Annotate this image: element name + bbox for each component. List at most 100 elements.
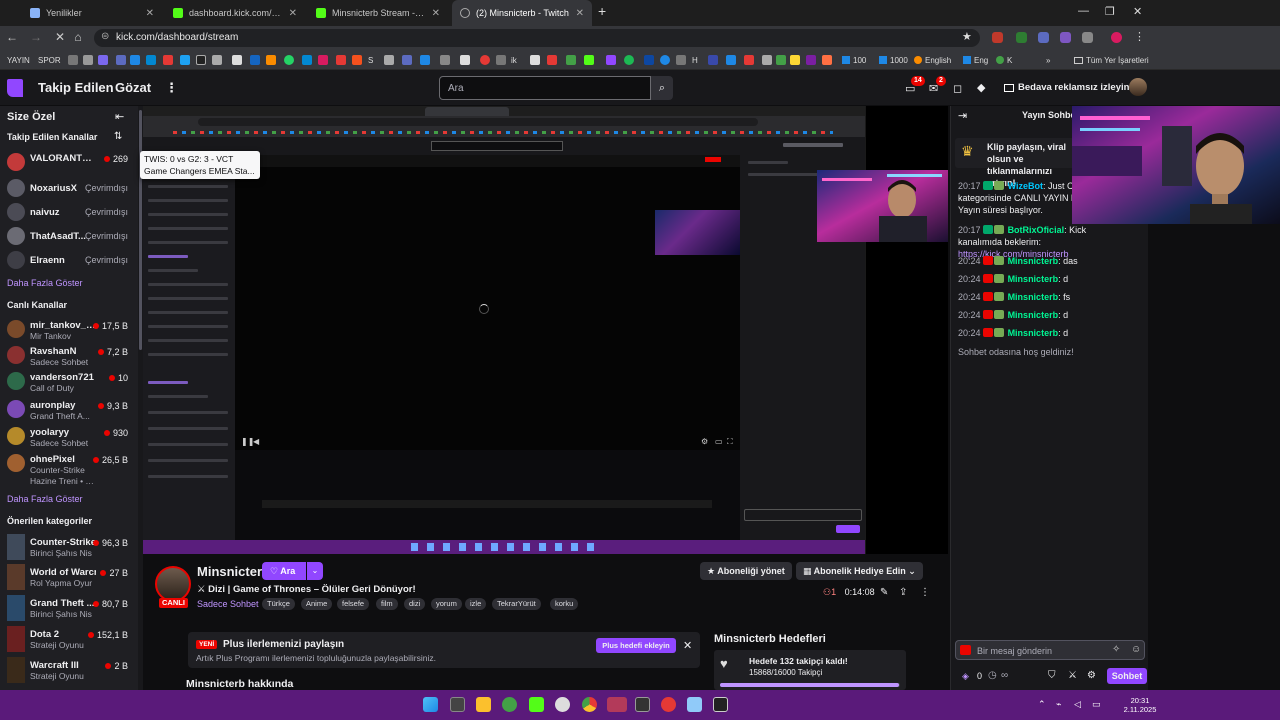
bookmark-s[interactable]: S — [368, 54, 373, 66]
timer-icon[interactable]: ◷ — [988, 670, 997, 681]
bookmark-icon[interactable] — [440, 55, 450, 65]
nav-browse[interactable]: Gözat — [115, 80, 151, 95]
tag[interactable]: felsefe — [337, 598, 370, 610]
follow-button[interactable]: ♡ Ara — [262, 562, 306, 580]
star-icon[interactable]: ★ — [962, 30, 972, 43]
chat-input[interactable]: Bir mesaj gönderin ✧ ☺ — [955, 640, 1145, 660]
bookmark-yayin[interactable]: YAYIN — [7, 54, 30, 66]
live-channel[interactable]: auronplay Grand Theft A... 9,3 B — [0, 398, 138, 422]
bookmark-icon[interactable] — [744, 55, 754, 65]
search-input[interactable]: Ara — [439, 76, 651, 100]
live-channel[interactable]: mir_tankov_of... Mir Tankov 17,5 B — [0, 318, 138, 342]
puzzle-icon[interactable] — [1082, 32, 1093, 43]
steam-icon[interactable] — [555, 697, 570, 712]
notifications-icon[interactable]: ◻ — [953, 82, 962, 95]
whatsapp-icon[interactable] — [284, 55, 294, 65]
tag[interactable]: film — [376, 598, 398, 610]
bookmarks-overflow-icon[interactable]: » — [1046, 54, 1050, 66]
bookmark-icon[interactable] — [98, 55, 108, 65]
bookmark-icon[interactable] — [762, 55, 772, 65]
bookmark-icon[interactable] — [660, 55, 670, 65]
tag[interactable]: korku — [550, 598, 579, 610]
bookmark-icon[interactable] — [402, 55, 412, 65]
stream-category[interactable]: Sadece Sohbet — [197, 599, 259, 609]
collapse-sidebar-icon[interactable]: ⇤ — [115, 110, 124, 123]
bookmark-english[interactable]: English — [914, 54, 951, 66]
follow-dropdown-chevron-icon[interactable]: ⌄ — [307, 562, 323, 580]
show-more-followed[interactable]: Daha Fazla Göster — [7, 278, 83, 288]
channel-avatar[interactable] — [155, 566, 191, 602]
bookmark-icon[interactable] — [676, 55, 686, 65]
tag[interactable]: dizi — [404, 598, 426, 610]
manage-subscription-button[interactable]: ★ Aboneliği yönet — [700, 562, 792, 580]
settings-icon[interactable]: ⚙ — [1087, 670, 1096, 681]
shield-icon[interactable]: ⛉ — [1048, 670, 1056, 681]
settings-icon[interactable]: ⚙ — [701, 437, 708, 446]
bookmark-icon[interactable] — [496, 55, 506, 65]
more-icon[interactable]: ⋮ — [165, 80, 178, 96]
bookmark-spor[interactable]: SPOR — [38, 54, 61, 66]
category-item[interactable]: Warcraft III Strateji Oyunu 2 B — [0, 657, 138, 687]
bookmark-k[interactable]: K — [996, 54, 1012, 66]
bookmark-icon[interactable] — [180, 55, 190, 65]
bookmark-icon[interactable] — [822, 55, 832, 65]
bookmark-icon[interactable] — [460, 55, 470, 65]
user-avatar[interactable] — [1129, 78, 1147, 96]
kick-icon[interactable] — [529, 697, 544, 712]
emote-icon[interactable]: ☺ — [1131, 644, 1141, 655]
browser-tab[interactable]: dashboard.kick.com/popout/m ✕ — [165, 0, 305, 26]
close-icon[interactable]: ✕ — [432, 8, 440, 19]
bookmark-icon[interactable] — [708, 55, 718, 65]
tray-chevron-icon[interactable]: ⌃ — [1038, 699, 1046, 710]
file-explorer-icon[interactable] — [476, 697, 491, 712]
prime-button[interactable]: Bedava reklamsız izleyin — [1004, 82, 1129, 93]
bookmark-icon[interactable] — [384, 55, 394, 65]
bookmark-icon[interactable] — [420, 55, 430, 65]
back-icon[interactable]: ← — [4, 30, 20, 44]
windows-start-icon[interactable] — [423, 697, 438, 712]
browser-tab-active[interactable]: (2) Minsnicterb - Twitch ✕ — [452, 0, 592, 26]
tag[interactable]: TekrarYürüt — [492, 598, 541, 610]
network-icon[interactable]: ⌁ — [1056, 699, 1061, 710]
bookmark-icon[interactable] — [130, 55, 140, 65]
followed-channel[interactable]: Elraenn Çevrimdışı — [0, 249, 138, 273]
edit-icon[interactable]: ✎ — [880, 587, 888, 598]
tiktok-icon[interactable] — [196, 55, 206, 65]
home-icon[interactable]: ⌂ — [70, 30, 86, 44]
bookmark-icon[interactable] — [566, 55, 576, 65]
search-icon[interactable]: ⌕ — [651, 76, 673, 100]
taskbar-clock[interactable]: 20:31 2.11.2025 — [1120, 696, 1160, 714]
browser-tab[interactable]: Yenilikler ✕ — [22, 0, 162, 26]
bookmark-icon[interactable] — [266, 55, 276, 65]
task-view-icon[interactable] — [450, 697, 465, 712]
app-icon[interactable] — [661, 697, 676, 712]
live-channel[interactable]: vanderson721 Call of Duty 10 — [0, 370, 138, 394]
show-more-live[interactable]: Daha Fazla Göster — [7, 494, 83, 504]
profile-icon[interactable] — [1111, 32, 1122, 43]
bookmark-icon[interactable] — [250, 55, 260, 65]
add-plus-goal-button[interactable]: Plus hedefi ekleyin — [596, 638, 676, 653]
chrome-icon[interactable] — [582, 697, 597, 712]
bookmark-icon[interactable] — [163, 55, 173, 65]
close-icon[interactable]: ✕ — [683, 639, 692, 652]
tag[interactable]: izle — [465, 598, 487, 610]
category-item[interactable]: Counter-Strike Birinci Şahıs Nis 96,3 B — [0, 534, 138, 564]
bookmark-icon[interactable] — [547, 55, 557, 65]
bookmark-icon[interactable] — [232, 55, 242, 65]
tag[interactable]: yorum — [431, 598, 462, 610]
bookmark-icon[interactable] — [302, 55, 312, 65]
theater-icon[interactable]: ▭ — [715, 437, 723, 446]
bookmark-ik[interactable]: ik — [511, 54, 517, 66]
minimize-icon[interactable]: — — [1078, 5, 1089, 17]
bookmark-icon[interactable] — [146, 55, 156, 65]
live-channel[interactable]: ohnePixel Counter-Strike Hazine Treni • … — [0, 452, 138, 488]
xbox-icon[interactable] — [502, 697, 517, 712]
category-item[interactable]: Dota 2 Strateji Oyunu 152,1 B — [0, 626, 138, 656]
capcut-icon[interactable] — [713, 697, 728, 712]
category-item[interactable]: World of Warcr... Rol Yapma Oyunu 27 B — [0, 564, 138, 594]
site-info-icon[interactable]: ⊜ — [101, 31, 109, 42]
bookmark-icon[interactable] — [83, 55, 93, 65]
volume-icon[interactable]: ◁ — [1074, 699, 1081, 710]
bookmark-icon[interactable] — [116, 55, 126, 65]
bookmark-icon[interactable] — [530, 55, 540, 65]
